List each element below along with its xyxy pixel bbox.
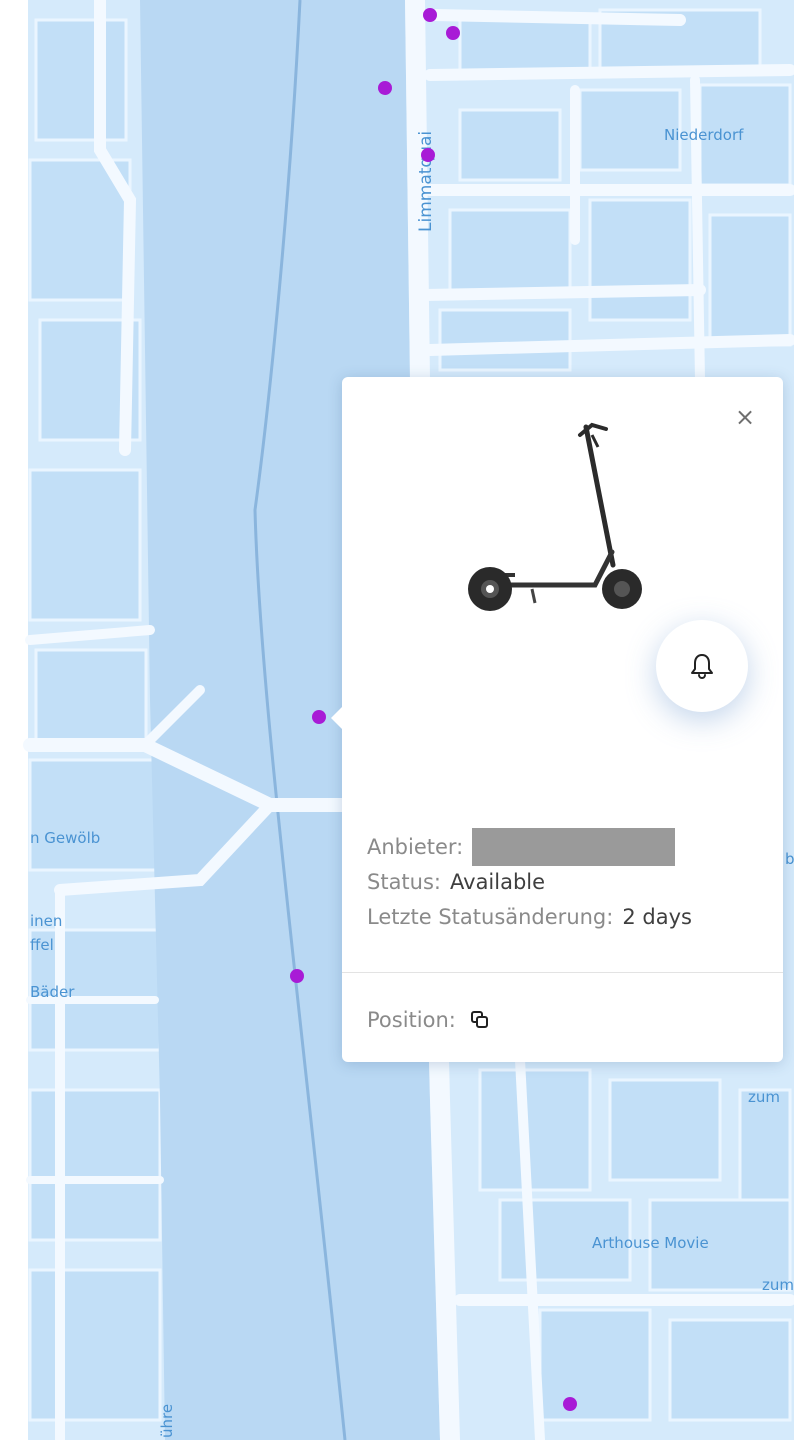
vehicle-marker[interactable] [378,81,392,95]
popup-divider [342,972,783,973]
vehicle-info: Anbieter: Status: Available Letzte Statu… [367,827,773,934]
last-change-row: Letzte Statusänderung: 2 days [367,899,773,934]
map-label-niederdorf: Niederdorf [664,126,744,144]
map-label-arthouse-movie: Arthouse Movie [592,1234,709,1252]
vehicle-marker[interactable] [563,1397,577,1411]
last-change-value: 2 days [622,904,692,929]
map-label-inen: inen [30,912,62,930]
map-label-zum-1: zum [748,1088,780,1106]
provider-value-redacted [472,827,676,866]
vehicle-marker[interactable] [421,148,435,162]
map-left-edge [0,0,28,1440]
map-label-gewolb: n Gewölb [30,829,100,847]
map-label-edge-right: bl [785,850,794,868]
position-row: Position: [367,1000,491,1040]
vehicle-marker[interactable] [446,26,460,40]
status-row: Status: Available [367,864,773,899]
bell-icon[interactable] [689,652,715,680]
map-label-ffel: ffel [30,936,54,954]
provider-label: Anbieter: [367,834,464,859]
scooter-icon [468,422,642,611]
status-label: Status: [367,869,441,894]
vehicle-marker[interactable] [290,969,304,983]
close-button[interactable]: × [727,399,763,435]
position-label: Position: [367,1008,456,1032]
notify-button[interactable] [656,620,748,712]
copy-icon[interactable] [469,1009,491,1031]
provider-row: Anbieter: [367,827,773,866]
vehicle-popup: × Anbieter: Status: Available Letzte Sta… [331,377,783,1062]
status-value: Available [450,869,546,894]
vehicle-marker[interactable] [423,8,437,22]
vehicle-marker-selected[interactable] [312,710,326,724]
map-label-limmatquai: Limmatquai [416,131,436,232]
last-change-label: Letzte Statusänderung: [367,904,614,929]
map-label-bader: Bäder [30,983,75,1001]
map-label-zum-2: zum [762,1276,794,1294]
close-icon[interactable]: × [735,403,755,431]
popup-pointer [331,706,343,730]
map-label-fuhre: ühre [158,1404,176,1438]
